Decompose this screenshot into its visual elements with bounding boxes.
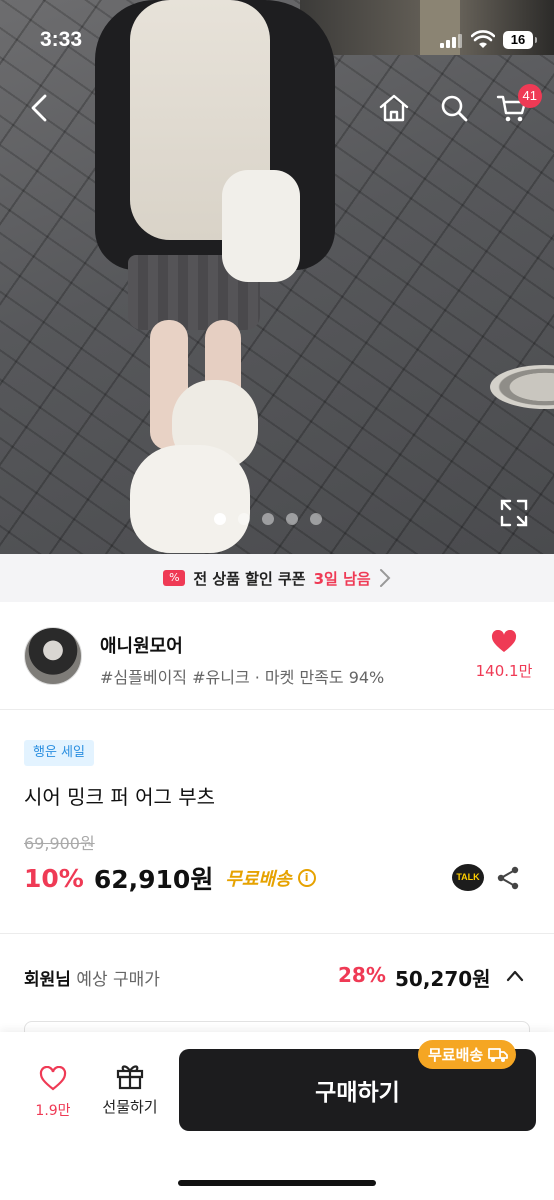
status-bar: 3:33 16	[0, 0, 554, 80]
carousel-dot[interactable]	[310, 513, 322, 525]
cart-button[interactable]: 41	[494, 84, 542, 126]
carousel-dot[interactable]	[214, 513, 226, 525]
member-price-label: 회원님 예상 구매가	[24, 970, 160, 990]
home-icon	[379, 94, 409, 122]
top-navigation: 41	[0, 82, 554, 134]
bottom-action-bar: 1.9만 선물하기 구매하기 무료배송	[0, 1032, 554, 1200]
home-button[interactable]	[376, 90, 412, 126]
store-like-count: 140.1만	[475, 662, 533, 680]
chevron-right-icon	[379, 569, 391, 587]
product-like-button[interactable]: 1.9만	[28, 1065, 78, 1120]
share-icon[interactable]	[496, 866, 520, 890]
coupon-days-left: 3일 남음	[313, 569, 371, 588]
info-icon[interactable]: i	[297, 869, 316, 887]
fur-bag	[222, 170, 300, 282]
expand-icon[interactable]	[500, 499, 528, 527]
store-avatar[interactable]	[24, 627, 82, 685]
battery-icon: 16	[503, 31, 537, 49]
carousel-dot[interactable]	[262, 513, 274, 525]
store-like-button[interactable]: 140.1만	[474, 629, 534, 681]
sale-price: 62,910원	[93, 865, 214, 894]
free-shipping-label: 무료배송	[225, 869, 292, 890]
gift-icon	[116, 1065, 144, 1090]
heart-outline-icon	[39, 1065, 67, 1091]
member-price: 50,270원	[395, 967, 491, 991]
cart-count-badge: 41	[517, 84, 542, 108]
member-price-row[interactable]: 회원님 예상 구매가 28% 50,270원	[0, 934, 554, 1020]
wifi-icon	[471, 30, 495, 48]
home-indicator	[178, 1180, 376, 1186]
back-button[interactable]	[22, 90, 58, 126]
store-row[interactable]: 애니원모어 #심플베이직 #유니크 · 마켓 만족도 94% 140.1만	[0, 602, 554, 710]
product-image[interactable]: 3:33 16 41	[0, 0, 554, 554]
truck-icon	[488, 1047, 509, 1062]
signal-icon	[440, 34, 462, 48]
coupon-text: 전 상품 할인 쿠폰	[193, 569, 306, 588]
heart-icon	[491, 629, 517, 652]
carousel-indicator	[214, 513, 322, 525]
original-price: 69,900원	[24, 834, 95, 853]
carousel-dot[interactable]	[238, 513, 250, 525]
product-title: 시어 밍크 퍼 어그 부츠	[24, 785, 216, 809]
status-time: 3:33	[40, 28, 83, 51]
discount-rate: 10%	[24, 863, 84, 893]
coupon-icon: %	[163, 570, 186, 586]
gift-button[interactable]: 선물하기	[98, 1062, 162, 1117]
member-discount-rate: 28%	[338, 963, 386, 987]
product-like-count: 1.9만	[35, 1103, 71, 1119]
search-icon	[441, 95, 468, 122]
sale-badge: 행운 세일	[24, 740, 94, 766]
chevron-left-icon	[31, 94, 47, 122]
coupon-banner[interactable]: % 전 상품 할인 쿠폰 3일 남음	[0, 554, 554, 602]
store-tags: #심플베이직 #유니크 · 마켓 만족도 94%	[100, 668, 385, 687]
store-name[interactable]: 애니원모어	[100, 632, 183, 658]
fur-boot	[130, 445, 250, 553]
manhole-cover	[490, 365, 554, 409]
free-shipping-badge-text: 무료배송	[428, 1046, 484, 1064]
gift-label: 선물하기	[102, 1098, 158, 1116]
chevron-up-icon[interactable]	[505, 966, 525, 986]
search-button[interactable]	[436, 90, 472, 126]
kakao-talk-button[interactable]: TALK	[452, 864, 484, 891]
free-shipping-badge: 무료배송	[418, 1040, 517, 1069]
price-row: 10% 62,910원 무료배송 i	[24, 860, 316, 896]
carousel-dot[interactable]	[286, 513, 298, 525]
